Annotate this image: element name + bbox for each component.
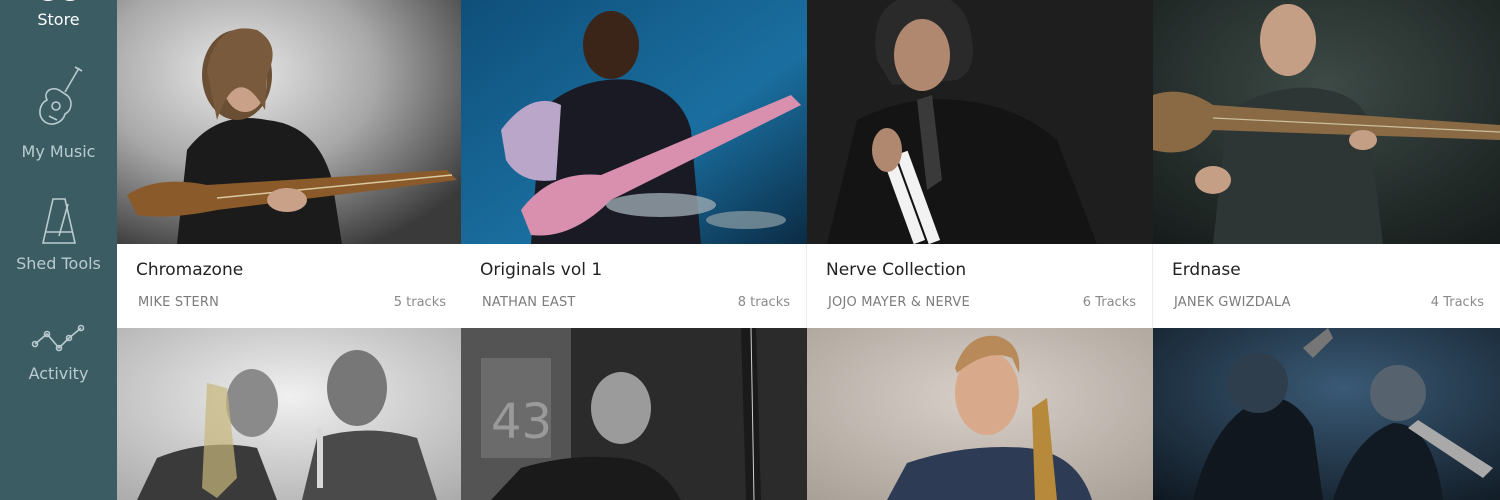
album-track-count: 6 Tracks <box>1082 295 1136 310</box>
album-cover-photo <box>117 0 463 244</box>
album-info: Originals vol 1 NATHAN EAST 8 tracks <box>461 244 807 328</box>
album-cover-photo <box>1153 0 1500 244</box>
album-artist: NATHAN EAST <box>482 295 576 310</box>
album-artist: JOJO MAYER & NERVE <box>828 295 970 310</box>
activity-graph-icon <box>31 324 84 352</box>
sidebar-item-label: My Music <box>21 142 96 161</box>
album-cover-photo <box>1153 328 1500 500</box>
guitar-icon <box>38 66 82 125</box>
sidebar-item-label: Activity <box>28 364 89 383</box>
sidebar-item-my-music[interactable]: My Music <box>0 64 117 161</box>
locker-number-text: 43 <box>491 394 552 450</box>
album-artist: MIKE STERN <box>138 295 220 310</box>
sidebar-item-label: Shed Tools <box>16 254 101 273</box>
album-grid: Chromazone MIKE STERN 5 tracks Originals… <box>117 0 1500 500</box>
album-cover-photo <box>117 328 463 500</box>
album-title: Chromazone <box>136 260 244 280</box>
album-track-count: 4 Tracks <box>1430 295 1484 310</box>
album-info: Nerve Collection JOJO MAYER & NERVE 6 Tr… <box>807 244 1153 328</box>
metronome-icon <box>41 198 76 244</box>
album-cover-photo <box>807 0 1153 244</box>
sidebar: Store My Music Shed Tools Activity <box>0 0 117 500</box>
album-track-count: 8 tracks <box>737 295 790 310</box>
album-title: Originals vol 1 <box>480 260 603 280</box>
album-cover-photo <box>807 328 1153 500</box>
album-cover-photo: 43 <box>461 328 807 500</box>
sidebar-item-shed-tools[interactable]: Shed Tools <box>0 196 117 273</box>
album-info: Erdnase JANEK GWIZDALA 4 Tracks <box>1153 244 1500 328</box>
album-title: Erdnase <box>1172 260 1241 280</box>
album-title: Nerve Collection <box>826 260 967 280</box>
sidebar-item-activity[interactable]: Activity <box>0 322 117 383</box>
album-artist: JANEK GWIZDALA <box>1174 295 1291 310</box>
album-track-count: 5 tracks <box>393 295 446 310</box>
store-icon <box>42 0 75 1</box>
sidebar-item-store[interactable]: Store <box>0 0 117 29</box>
album-cover-photo <box>461 0 807 244</box>
album-info: Chromazone MIKE STERN 5 tracks <box>117 244 463 328</box>
sidebar-item-label: Store <box>37 10 80 29</box>
